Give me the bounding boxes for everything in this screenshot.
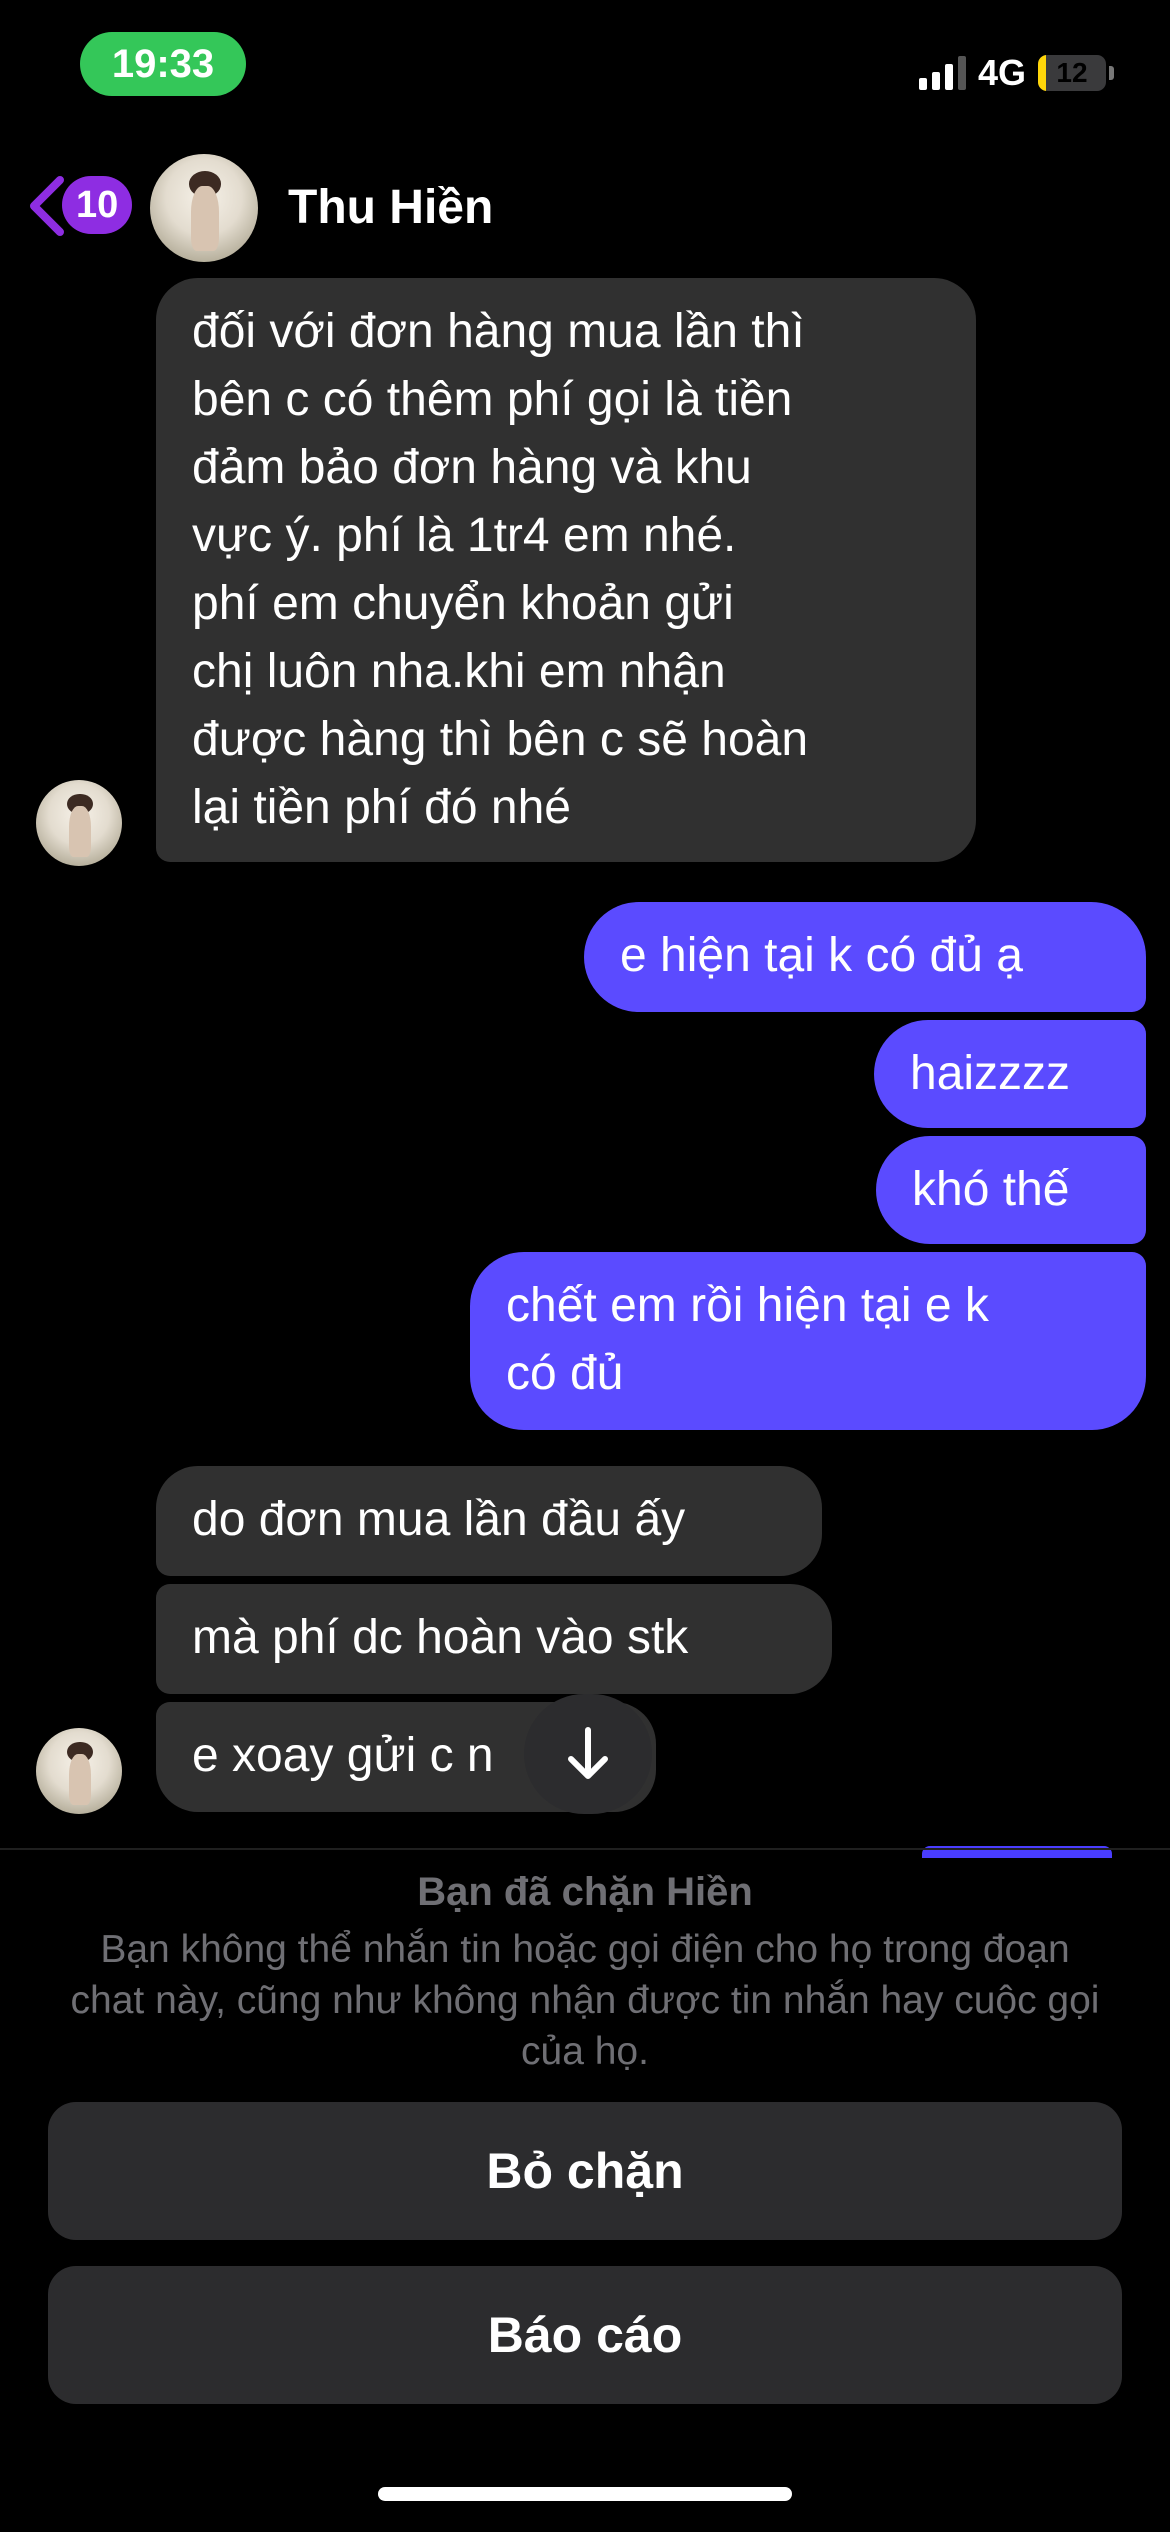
message-text: do đơn mua lần đầu ấy (192, 1493, 686, 1546)
report-button[interactable]: Báo cáo (48, 2266, 1122, 2404)
blocked-title: Bạn đã chặn Hiền (417, 1870, 753, 1914)
sent-message[interactable]: chết em rồi hiện tại e k có đủ (470, 1252, 1146, 1430)
status-time: 19:33 (80, 32, 246, 96)
sender-avatar[interactable] (36, 1728, 122, 1814)
arrow-down-icon (568, 1727, 608, 1779)
battery-percent: 12 (1056, 57, 1088, 88)
message-line: chị luôn nha.khi em nhận (192, 645, 726, 698)
message-line: được hàng thì bên c sẽ hoàn (192, 713, 809, 766)
received-message[interactable]: đối với đơn hàng mua lần thì bên c có th… (156, 278, 976, 862)
chat-header: 10 Thu Hiền (0, 150, 1170, 262)
blocked-description: Bạn không thể nhắn tin hoặc gọi điện cho… (70, 1928, 1100, 2073)
battery-icon: 12 (1038, 55, 1106, 91)
message-line: lại tiền phí đó nhé (192, 781, 571, 834)
sent-message[interactable]: e hiện tại k có đủ ạ (584, 902, 1146, 1012)
message-line: vực ý. phí là 1tr4 em nhé. (192, 509, 737, 562)
message-line: đảm bảo đơn hàng và khu (192, 441, 752, 494)
battery-cap (1109, 66, 1114, 80)
contact-name[interactable]: Thu Hiền (288, 180, 493, 235)
message-line: phí em chuyển khoản gửi (192, 577, 734, 630)
message-line: đối với đơn hàng mua lần thì (192, 305, 805, 358)
message-text: e hiện tại k có đủ ạ (620, 929, 1023, 982)
message-line: chết em rồi hiện tại e k (506, 1279, 989, 1332)
received-message[interactable]: mà phí dc hoàn vào stk (156, 1584, 832, 1694)
divider (0, 1848, 1170, 1850)
scroll-to-bottom-button[interactable] (524, 1694, 652, 1814)
message-line: có đủ (506, 1347, 624, 1400)
home-indicator[interactable] (378, 2487, 792, 2501)
received-message[interactable]: do đơn mua lần đầu ấy (156, 1466, 822, 1576)
sent-message[interactable]: haizzzz (874, 1020, 1146, 1128)
status-indicators: 4G 12 (918, 48, 1114, 98)
unread-count-badge[interactable]: 10 (62, 176, 133, 234)
message-text: haizzzz (910, 1047, 1071, 1100)
unblock-button[interactable]: Bỏ chặn (48, 2102, 1122, 2240)
message-line: bên c có thêm phí gọi là tiền (192, 373, 793, 426)
contact-avatar[interactable] (150, 154, 258, 262)
sender-avatar[interactable] (36, 780, 122, 866)
network-type: 4G (977, 52, 1026, 93)
signal-icon (918, 56, 966, 90)
message-text: khó thế (912, 1163, 1070, 1216)
message-text: mà phí dc hoàn vào stk (192, 1611, 689, 1664)
messenger-chat-screen: 19:33 4G 12 10 Thu Hiền đối với đơn hàng… (0, 0, 1170, 2532)
sent-message[interactable]: khó thế (876, 1136, 1146, 1244)
